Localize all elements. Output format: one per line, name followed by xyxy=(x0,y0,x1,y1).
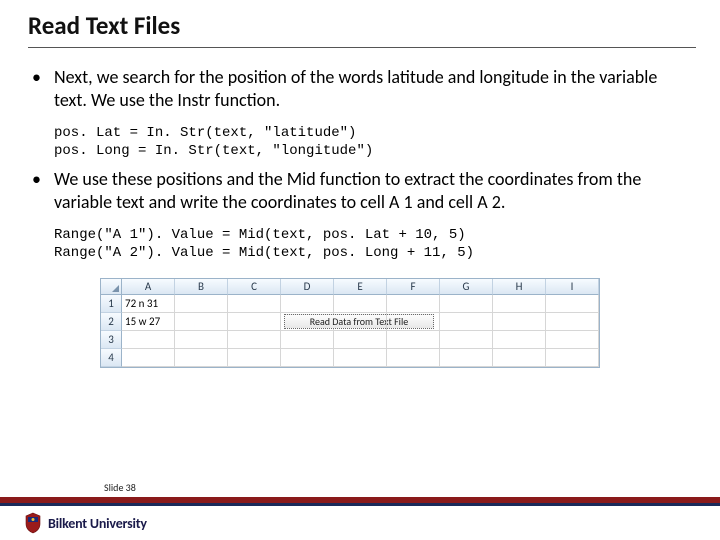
sheet-header-row: A B C D E F G H I xyxy=(101,279,599,295)
col-header[interactable]: F xyxy=(387,279,440,295)
col-header[interactable]: H xyxy=(493,279,546,295)
cell[interactable] xyxy=(175,295,228,313)
cell[interactable] xyxy=(440,295,493,313)
cell[interactable] xyxy=(228,331,281,349)
cell[interactable] xyxy=(175,331,228,349)
sheet-row: 4 xyxy=(101,349,599,367)
cell[interactable] xyxy=(122,331,175,349)
footer: Bilkent University xyxy=(0,497,720,540)
sheet-row: 1 72 n 31 xyxy=(101,295,599,313)
logo-row: Bilkent University xyxy=(0,506,720,540)
col-header[interactable]: A xyxy=(122,279,175,295)
cell[interactable] xyxy=(387,295,440,313)
bullet-item: Next, we search for the position of the … xyxy=(28,66,692,111)
bullet-text: Next, we search for the position of the … xyxy=(54,66,657,111)
cell-a2[interactable]: 15 w 27 xyxy=(122,313,175,331)
cell[interactable] xyxy=(228,313,281,331)
code-line: Range("A 1"). Value = Mid(text, pos. Lat… xyxy=(54,227,466,243)
cell[interactable] xyxy=(334,349,387,367)
slide-title: Read Text Files xyxy=(28,10,692,45)
cell[interactable] xyxy=(281,295,334,313)
code-line: Range("A 2"). Value = Mid(text, pos. Lon… xyxy=(54,245,474,261)
cell[interactable] xyxy=(175,349,228,367)
cell[interactable] xyxy=(281,331,334,349)
cell[interactable] xyxy=(175,313,228,331)
cell[interactable] xyxy=(334,331,387,349)
col-header[interactable]: D xyxy=(281,279,334,295)
code-block-2: Range("A 1"). Value = Mid(text, pos. Lat… xyxy=(28,223,692,270)
select-all-corner[interactable] xyxy=(101,279,122,295)
cell[interactable] xyxy=(440,313,493,331)
slide-number: Slide 38 xyxy=(104,481,136,494)
cell[interactable]: Read Data from Text File xyxy=(281,313,334,331)
cell[interactable] xyxy=(228,349,281,367)
cell[interactable] xyxy=(334,313,387,331)
spreadsheet: A B C D E F G H I 1 72 n 31 xyxy=(100,278,600,368)
cell[interactable] xyxy=(493,313,546,331)
cell[interactable] xyxy=(546,313,599,331)
bullet-list: Next, we search for the position of the … xyxy=(28,66,692,111)
col-header[interactable]: G xyxy=(440,279,493,295)
col-header[interactable]: E xyxy=(334,279,387,295)
cell[interactable] xyxy=(546,349,599,367)
cell[interactable] xyxy=(493,295,546,313)
code-line: pos. Lat = In. Str(text, "latitude") xyxy=(54,125,356,141)
col-header[interactable]: I xyxy=(546,279,599,295)
title-rule xyxy=(28,47,696,48)
cell[interactable] xyxy=(334,295,387,313)
cell-a1[interactable]: 72 n 31 xyxy=(122,295,175,313)
row-header[interactable]: 2 xyxy=(101,313,122,331)
bullet-list: We use these positions and the Mid funct… xyxy=(28,168,692,213)
cell[interactable] xyxy=(387,349,440,367)
row-header[interactable]: 1 xyxy=(101,295,122,313)
row-header[interactable]: 4 xyxy=(101,349,122,367)
col-header[interactable]: C xyxy=(228,279,281,295)
cell[interactable] xyxy=(281,349,334,367)
col-header[interactable]: B xyxy=(175,279,228,295)
cell[interactable] xyxy=(387,331,440,349)
slide: Read Text Files Next, we search for the … xyxy=(0,0,720,540)
bullet-item: We use these positions and the Mid funct… xyxy=(28,168,692,213)
cell[interactable] xyxy=(546,295,599,313)
sheet-row: 3 xyxy=(101,331,599,349)
university-crest-icon xyxy=(24,512,42,534)
row-header[interactable]: 3 xyxy=(101,331,122,349)
cell[interactable] xyxy=(493,349,546,367)
cell[interactable] xyxy=(228,295,281,313)
cell[interactable] xyxy=(440,349,493,367)
cell[interactable] xyxy=(387,313,440,331)
university-name: Bilkent University xyxy=(48,515,147,532)
code-line: pos. Long = In. Str(text, "longitude") xyxy=(54,143,373,159)
sheet-row: 2 15 w 27 Read Data from Text File xyxy=(101,313,599,331)
cell[interactable] xyxy=(122,349,175,367)
cell[interactable] xyxy=(546,331,599,349)
slide-body: Next, we search for the position of the … xyxy=(28,66,692,368)
code-block-1: pos. Lat = In. Str(text, "latitude") pos… xyxy=(28,121,692,168)
bullet-text: We use these positions and the Mid funct… xyxy=(54,168,641,213)
cell[interactable] xyxy=(440,331,493,349)
cell[interactable] xyxy=(493,331,546,349)
